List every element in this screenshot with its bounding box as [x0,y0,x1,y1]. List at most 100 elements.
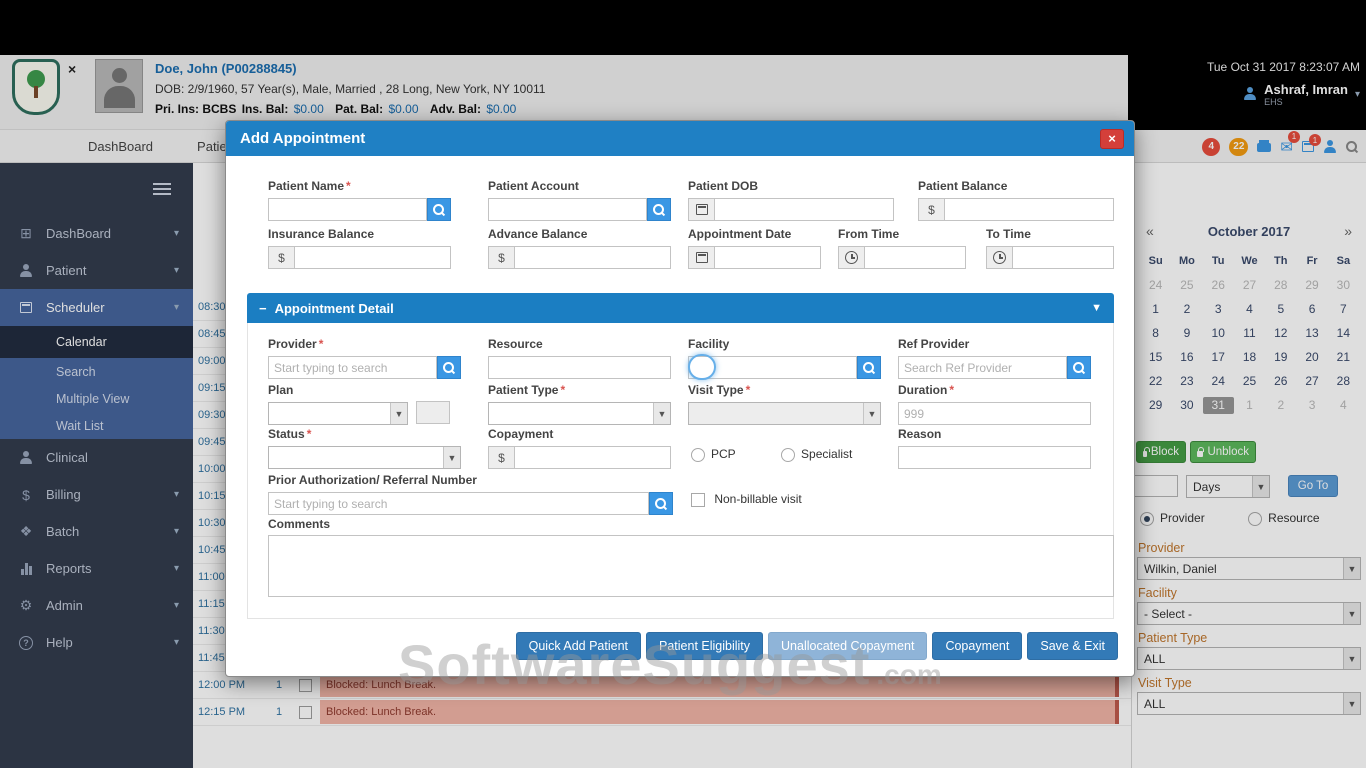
appointment-date-field: Appointment Date [688,227,821,269]
facility-search-button[interactable] [857,356,881,379]
modal-footer: Quick Add Patient Patient Eligibility Un… [516,632,1118,660]
pcp-radio-group: PCP Specialist [691,447,852,462]
status-select[interactable]: ▼ [268,446,461,469]
pcp-radio-label: PCP [711,447,736,461]
save-exit-button[interactable]: Save & Exit [1027,632,1118,660]
add-appointment-modal: Add Appointment × Patient Name Patient A… [225,120,1135,677]
prior-auth-search-button[interactable] [649,492,673,515]
patient-balance-input[interactable] [944,198,1114,221]
patient-name-field: Patient Name [268,179,451,221]
reason-label: Reason [898,427,1091,442]
search-icon [443,362,455,374]
plan-select[interactable]: ▼ [268,402,408,425]
reason-input[interactable] [898,446,1091,469]
patient-name-input[interactable] [268,198,427,221]
resource-input[interactable] [488,356,671,379]
unallocated-copayment-button[interactable]: Unallocated Copayment [768,632,927,660]
provider-field: Provider [268,337,461,379]
provider-search-button[interactable] [437,356,461,379]
patient-account-input[interactable] [488,198,647,221]
section-title: Appointment Detail [275,301,394,316]
appointment-date-label: Appointment Date [688,227,821,242]
prior-auth-field: Prior Authorization/ Referral Number [268,473,673,515]
from-time-input[interactable] [864,246,966,269]
resource-field: Resource [488,337,671,379]
search-icon [863,362,875,374]
prior-auth-label: Prior Authorization/ Referral Number [268,473,673,488]
chevron-down-icon: ▼ [863,403,880,424]
status-label: Status [268,427,461,442]
search-icon [433,204,445,216]
provider-input[interactable] [268,356,437,379]
advance-balance-field: Advance Balance $ [488,227,671,269]
patient-dob-field: Patient DOB [688,179,894,221]
calendar-icon [688,198,714,221]
calendar-icon [688,246,714,269]
ref-provider-input[interactable] [898,356,1067,379]
clock-icon [838,246,864,269]
duration-label: Duration [898,383,1091,398]
to-time-field: To Time [986,227,1114,269]
quick-add-patient-button[interactable]: Quick Add Patient [516,632,641,660]
patient-balance-label: Patient Balance [918,179,1114,194]
patient-type-select[interactable]: ▼ [488,402,671,425]
resource-label: Resource [488,337,671,352]
patient-name-search-button[interactable] [427,198,451,221]
dollar-addon: $ [488,246,514,269]
non-billable-label: Non-billable visit [714,492,801,506]
chevron-down-icon: ▼ [390,403,407,424]
chevron-down-icon: ▼ [1091,302,1102,314]
collapse-icon: − [259,301,267,316]
pcp-radio[interactable] [691,448,705,462]
copayment-label: Copayment [488,427,671,442]
copayment-button[interactable]: Copayment [932,632,1022,660]
status-field: Status ▼ [268,427,461,469]
insurance-balance-field: Insurance Balance $ [268,227,451,269]
patient-account-search-button[interactable] [647,198,671,221]
advance-balance-label: Advance Balance [488,227,671,242]
search-icon [655,498,667,510]
patient-name-label: Patient Name [268,179,451,194]
visit-type-select[interactable]: ▼ [688,402,881,425]
facility-input[interactable] [688,356,857,379]
appointment-date-input[interactable] [714,246,821,269]
patient-account-field: Patient Account [488,179,671,221]
comments-label: Comments [268,517,330,532]
duration-input[interactable] [898,402,1091,425]
copayment-input[interactable] [514,446,671,469]
from-time-field: From Time [838,227,966,269]
specialist-radio-label: Specialist [801,447,852,461]
patient-balance-field: Patient Balance $ [918,179,1114,221]
search-icon [653,204,665,216]
to-time-input[interactable] [1012,246,1114,269]
patient-type-field: Patient Type ▼ [488,383,671,425]
specialist-radio[interactable] [781,448,795,462]
app-screen: × Doe, John (P00288845) DOB: 2/9/1960, 5… [0,0,1366,768]
ref-provider-label: Ref Provider [898,337,1091,352]
duration-field: Duration [898,383,1091,425]
advance-balance-input[interactable] [514,246,671,269]
patient-eligibility-button[interactable]: Patient Eligibility [646,632,763,660]
patient-dob-input[interactable] [714,198,894,221]
appointment-detail-section-header[interactable]: − Appointment Detail ▼ [247,293,1114,323]
provider-label: Provider [268,337,461,352]
insurance-balance-input[interactable] [294,246,451,269]
prior-auth-input[interactable] [268,492,649,515]
plan-label: Plan [268,383,408,398]
plan-code-box[interactable] [416,401,450,424]
patient-dob-label: Patient DOB [688,179,894,194]
ref-provider-field: Ref Provider [898,337,1091,379]
facility-label: Facility [688,337,881,352]
modal-header: Add Appointment × [226,121,1134,156]
chevron-down-icon: ▼ [443,447,460,468]
comments-textarea[interactable] [268,535,1114,597]
clock-icon [986,246,1012,269]
close-icon[interactable]: × [1100,129,1124,149]
insurance-balance-label: Insurance Balance [268,227,451,242]
chevron-down-icon: ▼ [653,403,670,424]
reason-field: Reason [898,427,1091,469]
non-billable-checkbox[interactable] [691,493,705,507]
non-billable-field: Non-billable visit [691,492,802,507]
ref-provider-search-button[interactable] [1067,356,1091,379]
copayment-field: Copayment $ [488,427,671,469]
